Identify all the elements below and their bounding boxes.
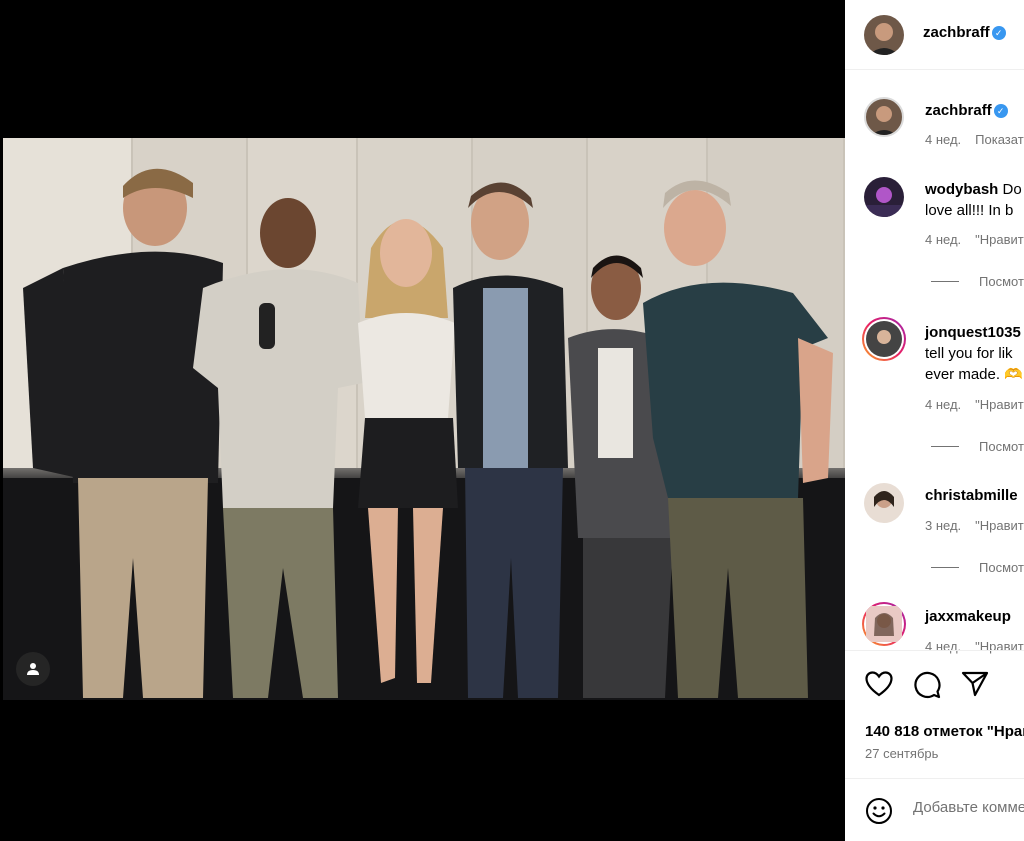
view-replies-button[interactable]: Посмотреть ответы: [931, 439, 1024, 454]
commenter-avatar[interactable]: [862, 602, 906, 646]
comment-line: love all!!! In b: [925, 202, 1014, 219]
comment-line: ever made. 🫶: [925, 366, 1023, 383]
comment-line: Do: [1002, 181, 1022, 198]
commenter-avatar[interactable]: [864, 177, 904, 217]
comment-meta: 4 нед. "Нравится": [925, 232, 1024, 247]
person-1: [23, 168, 223, 698]
caption-avatar[interactable]: [864, 97, 904, 137]
post-actions: 140 818 отметок "Нравится" 27 сентябрь: [845, 650, 1024, 778]
comment-text: christabmille: [925, 487, 1018, 504]
emoji-icon: [866, 798, 892, 824]
view-replies-label: Посмотреть ответы: [979, 439, 1024, 454]
emoji-button[interactable]: [865, 797, 893, 830]
media-viewer: [0, 0, 845, 841]
comment-age: 3 нед.: [925, 518, 962, 533]
commenter-avatar[interactable]: [862, 317, 906, 361]
caption-username[interactable]: zachbraff: [925, 102, 992, 119]
verified-badge-icon: ✓: [991, 25, 1006, 40]
view-replies-label: Посмотреть ответы: [979, 560, 1024, 575]
share-icon: [961, 671, 989, 697]
commenter-avatar[interactable]: [864, 483, 904, 523]
divider-line: [931, 567, 959, 568]
show-translation-link[interactable]: Показать перевод: [975, 132, 1024, 147]
post-photo[interactable]: [3, 138, 845, 700]
caption-meta: 4 нед. Показать перевод: [925, 132, 1024, 147]
person-3: [358, 219, 458, 683]
verified-badge-icon: ✓: [993, 104, 1008, 119]
author-username[interactable]: zachbraff: [923, 24, 990, 41]
comment-like-count[interactable]: "Нравится": [975, 232, 1024, 247]
author-avatar[interactable]: [864, 15, 904, 55]
view-replies-button[interactable]: Посмотреть ответы: [931, 274, 1024, 289]
comment-age: 4 нед.: [925, 397, 962, 412]
share-button[interactable]: [961, 671, 989, 702]
heart-icon: [865, 671, 893, 697]
person-6: [643, 180, 833, 698]
likes-count[interactable]: 140 818 отметок "Нравится": [865, 723, 1024, 740]
comment-meta: 4 нед. "Нравится": [925, 397, 1024, 412]
comment-like-count[interactable]: "Нравится": [975, 397, 1024, 412]
comment-text: jaxxmakeup: [925, 608, 1011, 625]
view-replies-button[interactable]: Посмотреть ответы: [931, 560, 1024, 575]
comment-input[interactable]: [913, 799, 1024, 816]
post-side-panel: zachbraff✓ zachbraff✓ 4 нед.Показать пер…: [845, 0, 1024, 841]
comment-like-count[interactable]: "Нравится": [975, 518, 1024, 533]
comment-text: jonquest1035 tell you for lik ever made.…: [925, 322, 1023, 385]
user-tag-button[interactable]: [16, 652, 50, 686]
add-comment-bar: [845, 778, 1024, 841]
comment-username[interactable]: jonquest1035: [925, 324, 1021, 341]
divider-line: [931, 446, 959, 447]
comment-meta: 3 нед. "Нравится": [925, 518, 1024, 533]
comment-username[interactable]: christabmille: [925, 487, 1018, 504]
user-tag-icon: [27, 663, 39, 675]
comment-username[interactable]: wodybash: [925, 181, 998, 198]
person-4: [453, 182, 568, 698]
comment-button[interactable]: [913, 671, 941, 704]
caption-author-row: zachbraff ✓: [925, 102, 1008, 119]
comment-line: tell you for lik: [925, 345, 1013, 362]
post-header: zachbraff ✓: [845, 0, 1024, 70]
caption-age: 4 нед.: [925, 132, 962, 147]
comment-age: 4 нед.: [925, 232, 962, 247]
group-of-people: [23, 168, 833, 698]
author-row: zachbraff ✓: [923, 24, 1006, 42]
comment-username[interactable]: jaxxmakeup: [925, 608, 1011, 625]
comment-text: wodybash Do love all!!! In b: [925, 179, 1022, 221]
comment-icon: [914, 671, 941, 699]
post-date: 27 сентябрь: [865, 746, 939, 761]
divider-line: [931, 281, 959, 282]
view-replies-label: Посмотреть ответы: [979, 274, 1024, 289]
like-button[interactable]: [865, 671, 893, 702]
